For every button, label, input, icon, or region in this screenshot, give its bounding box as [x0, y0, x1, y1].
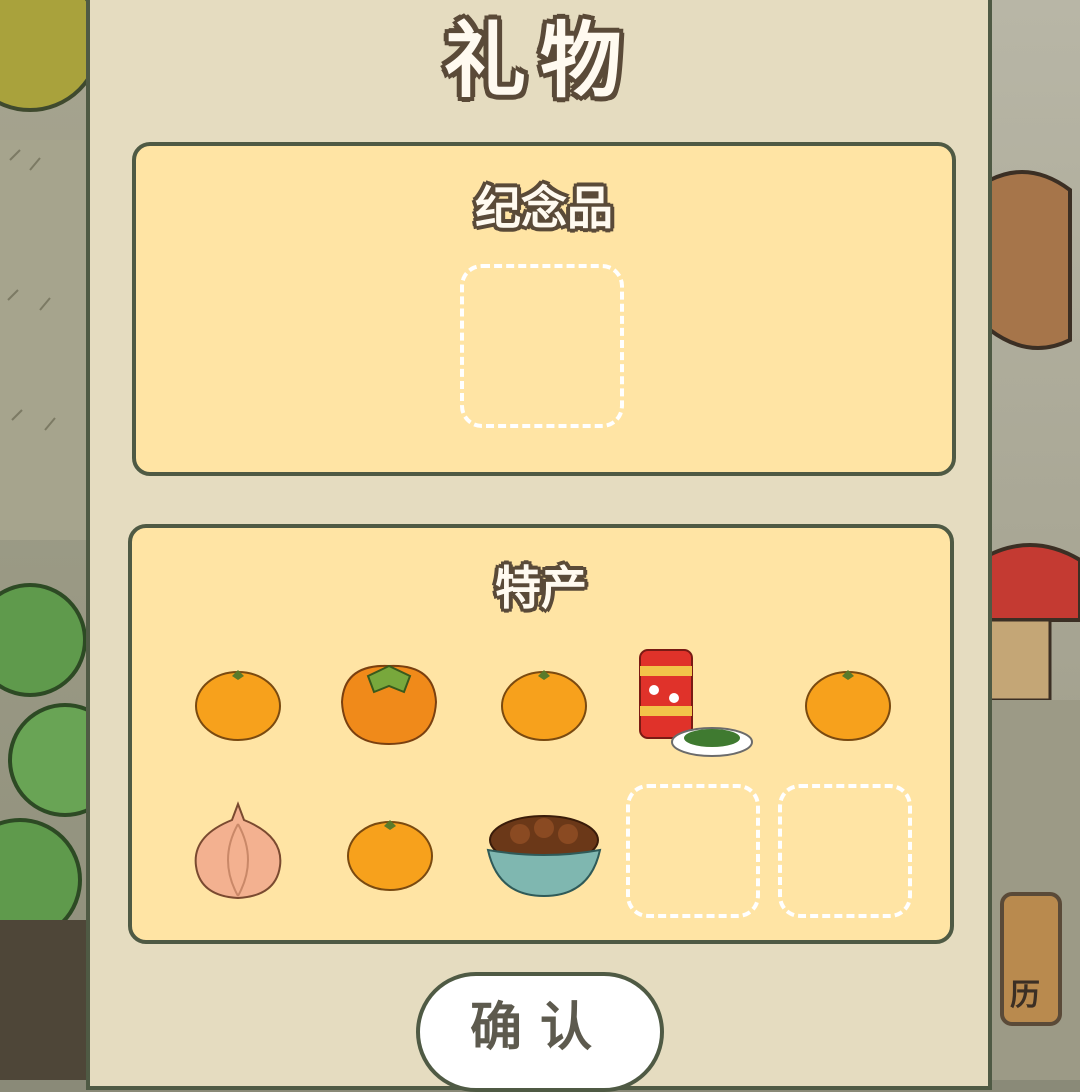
souvenir-heading: 纪念品: [475, 181, 613, 235]
specialty-section: 特产: [128, 524, 954, 944]
specialty-heading: 特产: [495, 561, 587, 615]
orange-icon[interactable]: [498, 664, 590, 748]
calendar-side-button[interactable]: 历: [1000, 892, 1062, 1026]
page-title: 礼物: [443, 14, 636, 109]
specialty-empty-slot[interactable]: [626, 784, 760, 918]
specialty-empty-slot[interactable]: [778, 784, 912, 918]
orange-icon[interactable]: [344, 814, 436, 898]
orange-icon[interactable]: [192, 664, 284, 748]
scene-left-garden: [0, 0, 122, 1080]
souvenir-section: 纪念品: [132, 142, 956, 476]
orange-icon[interactable]: [802, 664, 894, 748]
souvenir-empty-slot[interactable]: [460, 264, 624, 428]
chestnut-bowl-icon[interactable]: [480, 800, 608, 904]
confirm-button[interactable]: 确认: [416, 972, 664, 1092]
persimmon-icon[interactable]: [334, 656, 444, 752]
onion-icon[interactable]: [188, 800, 288, 908]
canned-tea-and-greens-icon[interactable]: [636, 646, 756, 764]
calendar-side-button-label: 历: [1010, 978, 1040, 1013]
